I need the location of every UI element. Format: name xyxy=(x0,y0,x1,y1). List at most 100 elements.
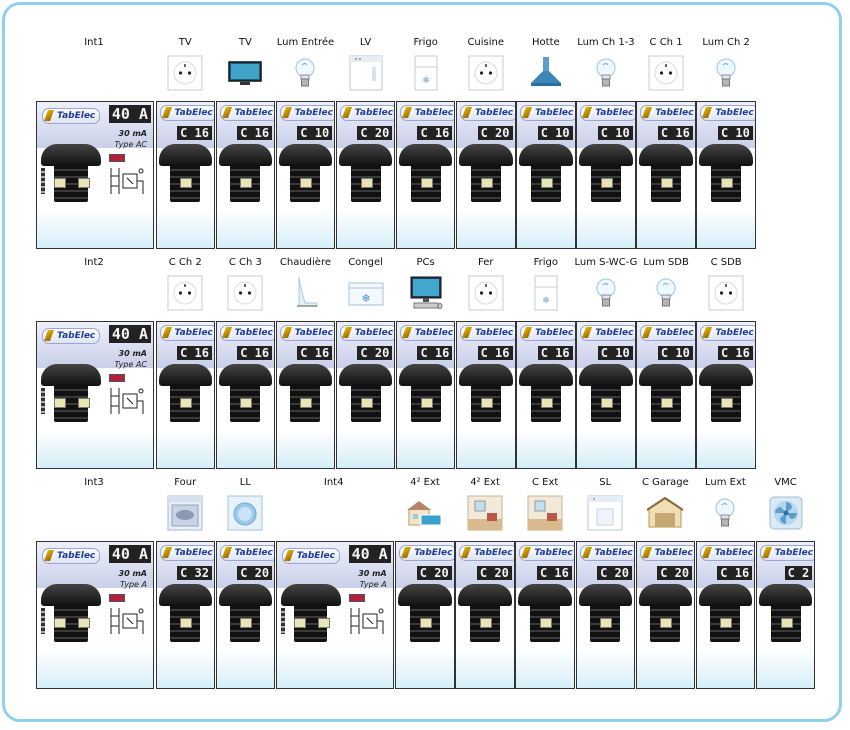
breaker-module[interactable]: TabElec C 10 xyxy=(275,101,336,249)
breaker-lever[interactable] xyxy=(699,364,753,422)
breaker-module[interactable]: TabElec C 10 xyxy=(516,101,576,249)
breaker-module[interactable]: TabElec C 16 xyxy=(516,321,576,469)
breaker-module[interactable]: TabElec C 10 xyxy=(636,321,696,469)
breaker-lever[interactable] xyxy=(698,584,753,642)
breaker-lever[interactable] xyxy=(218,144,273,202)
breaker-module[interactable]: TabElec C 10 xyxy=(576,321,636,469)
breaker-lever[interactable] xyxy=(218,364,273,422)
tabelec-logo: TabElec xyxy=(759,545,815,561)
tabelec-logo: TabElec xyxy=(580,105,635,121)
breaker-lever[interactable] xyxy=(41,584,101,642)
breaker-module[interactable]: TabElec C 20 xyxy=(455,541,515,689)
socket-icon xyxy=(167,275,203,311)
breaker-lever[interactable] xyxy=(338,364,393,422)
circuit-label: Lum Ch 2 xyxy=(702,37,750,48)
rcd-module[interactable]: TabElec 40 A 30 mA Type AC xyxy=(36,101,154,249)
terminal-bar xyxy=(41,388,45,414)
breaker-module[interactable]: TabElec C 20 xyxy=(395,541,455,689)
rcd-sensitivity: 30 mA Type AC xyxy=(114,128,147,150)
breaker-module[interactable]: TabElec C 20 xyxy=(335,101,396,249)
lever-cap xyxy=(41,144,101,166)
lever-cap xyxy=(398,364,453,386)
breaker-module[interactable]: TabElec C 16 xyxy=(155,321,215,469)
breaker-lever[interactable] xyxy=(699,144,753,202)
breaker-module[interactable]: TabElec C 16 xyxy=(275,321,336,469)
breaker-module[interactable]: TabElec C 16 xyxy=(215,101,276,249)
breaker-module[interactable]: TabElec C 2 xyxy=(755,541,816,689)
lever-cap xyxy=(158,364,212,386)
rcd-module[interactable]: TabElec 40 A 30 mA Type A xyxy=(275,541,394,689)
breaker-lever[interactable] xyxy=(278,364,333,422)
breaker-module[interactable]: TabElec C 16 xyxy=(696,321,756,469)
tv-icon xyxy=(227,55,263,91)
breaker-module[interactable]: TabElec C 16 xyxy=(456,321,516,469)
lever-cap xyxy=(579,364,633,386)
breaker-lever[interactable] xyxy=(338,144,393,202)
breaker-module[interactable]: TabElec C 20 xyxy=(335,321,396,469)
test-button[interactable] xyxy=(109,594,125,602)
breaker-module[interactable]: TabElec C 20 xyxy=(635,541,696,689)
rcd-module[interactable]: TabElec 40 A 30 mA Type A xyxy=(36,541,154,689)
breaker-lever[interactable] xyxy=(519,144,573,202)
breaker-module[interactable]: TabElec C 16 xyxy=(636,101,696,249)
bulb-icon xyxy=(287,55,323,91)
breaker-rating: C 16 xyxy=(537,346,573,360)
breaker-lever[interactable] xyxy=(579,144,633,202)
breaker-lever[interactable] xyxy=(639,364,693,422)
breaker-module[interactable]: TabElec C 20 xyxy=(456,101,516,249)
breaker-lever[interactable] xyxy=(459,364,513,422)
breaker-lever[interactable] xyxy=(278,144,333,202)
breaker-lever[interactable] xyxy=(398,584,452,642)
breaker-lever[interactable] xyxy=(578,584,632,642)
breaker-module[interactable]: TabElec C 16 xyxy=(395,101,456,249)
breaker-module[interactable]: TabElec C 10 xyxy=(696,101,756,249)
breaker-rating: C 16 xyxy=(717,566,753,580)
test-button[interactable] xyxy=(109,374,125,382)
lever-toggle xyxy=(721,178,734,188)
bulb-icon xyxy=(588,275,624,311)
breaker-lever[interactable] xyxy=(518,584,572,642)
breaker-lever[interactable] xyxy=(158,364,212,422)
breaker-module[interactable]: TabElec C 16 xyxy=(395,321,456,469)
tabelec-logo: TabElec xyxy=(42,548,101,564)
breaker-module[interactable]: TabElec C 32 xyxy=(155,541,215,689)
breaker-lever[interactable] xyxy=(218,584,273,642)
breaker-module[interactable]: TabElec C 16 xyxy=(155,101,215,249)
breaker-lever[interactable] xyxy=(758,584,813,642)
breaker-lever[interactable] xyxy=(579,364,633,422)
breaker-module[interactable]: TabElec C 20 xyxy=(215,541,276,689)
breaker-module[interactable]: TabElec C 10 xyxy=(576,101,636,249)
breaker-lever[interactable] xyxy=(459,144,513,202)
breaker-lever[interactable] xyxy=(638,584,693,642)
breaker-rating: C 2 xyxy=(784,566,813,580)
breaker-lever[interactable] xyxy=(41,144,101,202)
lever-toggle xyxy=(661,398,674,408)
breaker-module[interactable]: TabElec C 20 xyxy=(575,541,635,689)
breaker-rating: C 16 xyxy=(237,126,273,140)
breaker-lever[interactable] xyxy=(458,584,512,642)
module-footer xyxy=(516,650,574,688)
tabelec-logo: TabElec xyxy=(640,105,695,121)
module-footer xyxy=(637,210,695,248)
module-footer xyxy=(396,650,454,688)
breaker-lever[interactable] xyxy=(398,364,453,422)
breaker-module[interactable]: TabElec C 16 xyxy=(695,541,756,689)
breaker-lever[interactable] xyxy=(158,144,212,202)
breaker-lever[interactable] xyxy=(158,584,212,642)
tabelec-logo: TabElec xyxy=(699,545,755,561)
breaker-lever[interactable] xyxy=(398,144,453,202)
breaker-lever[interactable] xyxy=(41,364,101,422)
module-footer xyxy=(636,650,695,688)
breaker-module[interactable]: TabElec C 16 xyxy=(515,541,575,689)
tabelec-logo: TabElec xyxy=(279,325,335,341)
rcd-module[interactable]: TabElec 40 A 30 mA Type AC xyxy=(36,321,154,469)
breaker-module[interactable]: TabElec C 16 xyxy=(215,321,276,469)
breaker-lever[interactable] xyxy=(280,584,341,642)
breaker-lever[interactable] xyxy=(519,364,573,422)
test-button[interactable] xyxy=(109,154,125,162)
test-button[interactable] xyxy=(348,594,365,602)
lever-toggle xyxy=(540,398,553,408)
rcd-sensitivity: 30 mA Type A xyxy=(119,568,147,590)
hood-icon xyxy=(528,55,564,91)
breaker-lever[interactable] xyxy=(639,144,693,202)
